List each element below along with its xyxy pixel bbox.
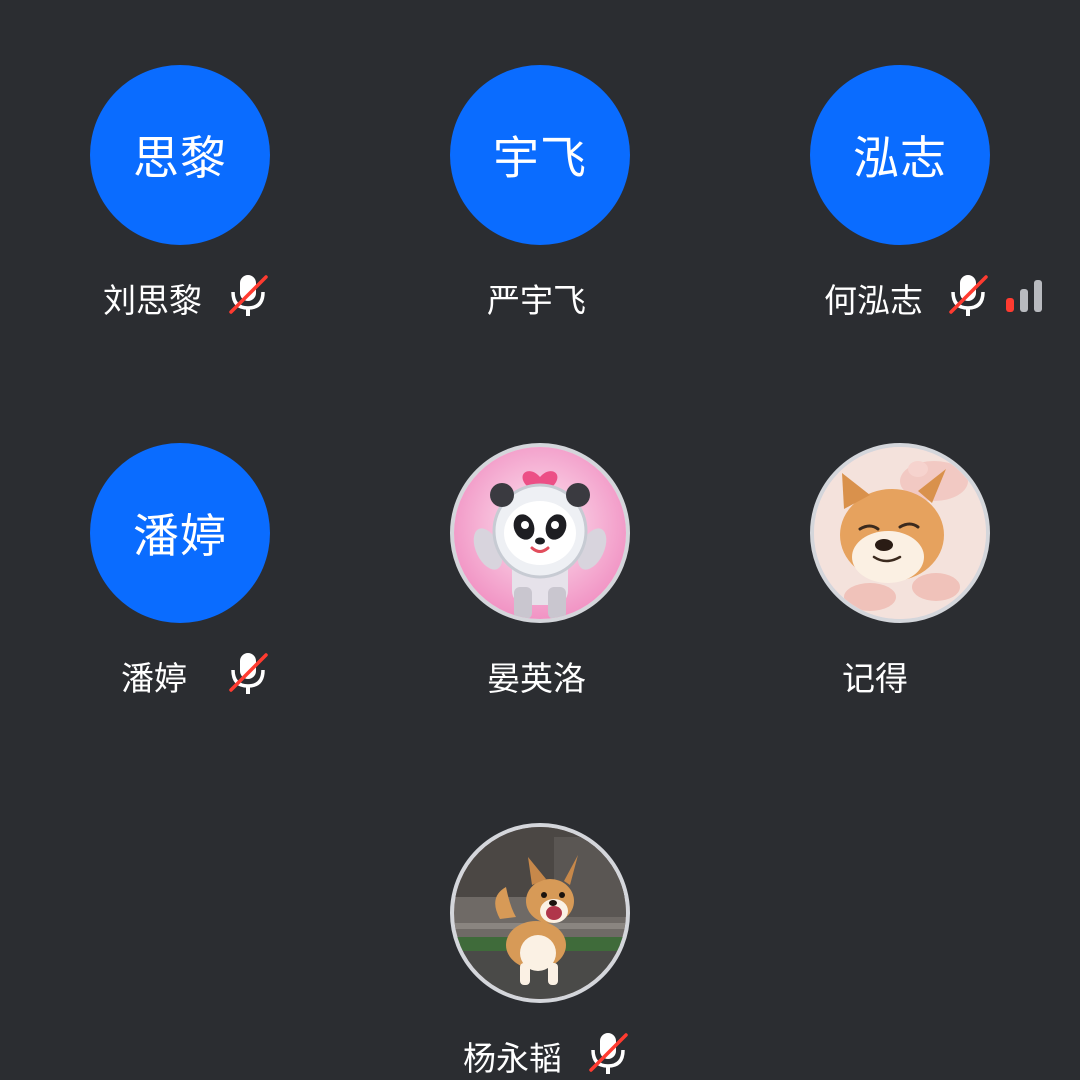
- participant-name: 何泓志: [824, 281, 923, 320]
- participant-tile[interactable]: 宇飞 严宇飞: [360, 0, 720, 330]
- participant-tile[interactable]: 潘婷 潘婷: [0, 378, 360, 708]
- participant-name: 杨永韬: [463, 1039, 562, 1078]
- avatar-initials: 潘婷: [133, 509, 227, 563]
- avatar-initials: 泓志: [853, 131, 947, 185]
- participant-tile[interactable]: 泓志 何泓志: [720, 0, 1080, 330]
- avatar-initials: 宇飞: [493, 131, 587, 185]
- avatar: 潘婷: [90, 443, 270, 623]
- participant-name: 潘婷: [121, 659, 187, 698]
- panda-mascot-avatar: [450, 443, 630, 623]
- avatar: 思黎: [90, 65, 270, 245]
- shiba-dog-avatar: [810, 443, 990, 623]
- mic-muted-icon: [229, 653, 268, 694]
- participant-name: 晏英洛: [487, 659, 586, 698]
- participant-tile[interactable]: 杨永韬: [360, 758, 720, 1080]
- participant-name: 严宇飞: [487, 281, 586, 320]
- corgi-dog-avatar: [450, 823, 630, 1003]
- avatar: 宇飞: [450, 65, 630, 245]
- avatar-initials: 思黎: [133, 131, 227, 185]
- avatar: 泓志: [810, 65, 990, 245]
- participant-tile[interactable]: 晏英洛: [360, 378, 720, 708]
- mic-muted-icon: [949, 275, 988, 316]
- participant-name: 记得: [842, 659, 908, 698]
- mic-muted-icon: [589, 1033, 628, 1074]
- mic-muted-icon: [229, 275, 268, 316]
- signal-strength-icon: [1006, 280, 1042, 312]
- participant-tile[interactable]: 思黎 刘思黎: [0, 0, 360, 330]
- participant-name: 刘思黎: [103, 281, 202, 320]
- participant-tile[interactable]: 记得: [720, 378, 1080, 708]
